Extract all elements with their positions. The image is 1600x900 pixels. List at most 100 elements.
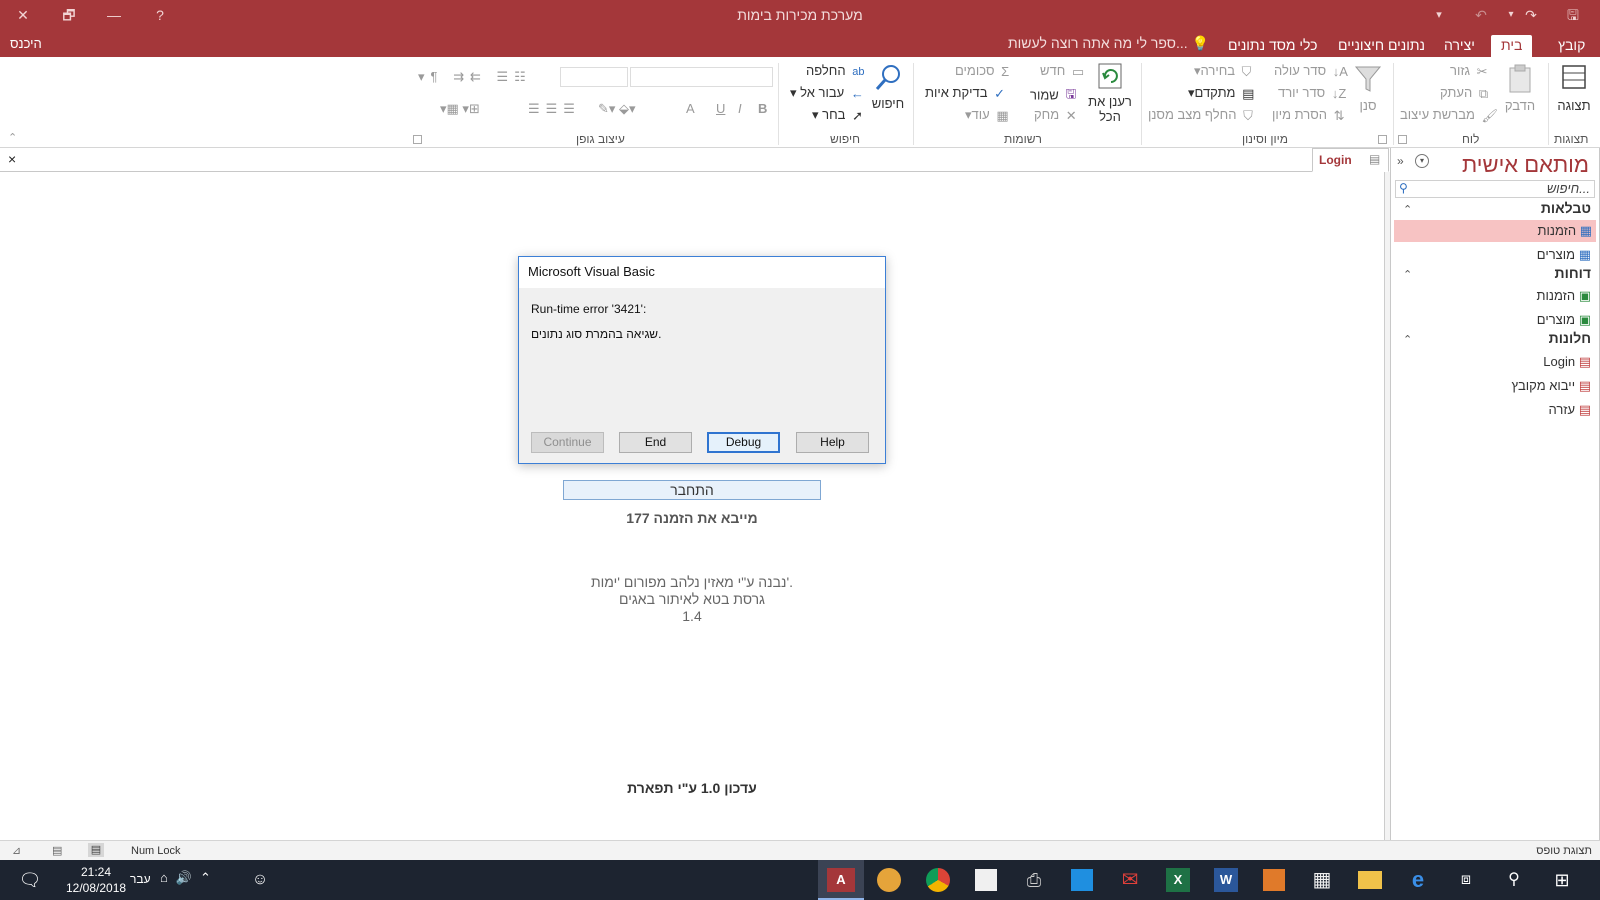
- tab-external-data[interactable]: נתונים חיצוניים: [1328, 35, 1435, 57]
- nav-pane-title[interactable]: מותאם אישית: [1462, 152, 1589, 178]
- taskbar-chrome[interactable]: [922, 864, 954, 896]
- collapse-reports-icon[interactable]: ⌃: [1403, 268, 1412, 281]
- text-launcher-icon[interactable]: [413, 135, 422, 144]
- taskbar-excel[interactable]: X: [1162, 864, 1194, 896]
- nav-item-form-login[interactable]: Login ▤: [1543, 351, 1593, 373]
- spelling-button[interactable]: בדיקת איות ✓: [925, 85, 1005, 102]
- collapse-ribbon-icon[interactable]: ⌃: [8, 131, 17, 144]
- nav-group-forms[interactable]: חלונות: [1549, 330, 1591, 346]
- nav-item-report-orders[interactable]: הזמנות ▣: [1537, 285, 1593, 307]
- nav-item-form-import[interactable]: ייבוא מקובץ ▤: [1511, 375, 1593, 397]
- document-tab-login[interactable]: Login ▤: [1312, 148, 1389, 172]
- sort-filter-launcher-icon[interactable]: [1378, 135, 1387, 144]
- taskbar-word[interactable]: W: [1210, 864, 1242, 896]
- nav-item-table-products[interactable]: מוצרים ▦: [1537, 244, 1593, 266]
- design-view-icon[interactable]: ⊿: [12, 844, 21, 857]
- underline-button[interactable]: U: [716, 101, 725, 116]
- italic-button[interactable]: I: [738, 101, 742, 116]
- select-button[interactable]: ▾ בחר ➚: [812, 107, 863, 124]
- new-record-button[interactable]: חדש ▭: [1040, 63, 1084, 80]
- find-button[interactable]: חיפוש: [868, 63, 908, 111]
- taskbar-explorer[interactable]: [1354, 864, 1386, 896]
- notification-icon[interactable]: 🗨: [14, 864, 46, 896]
- more-button[interactable]: ▾עוד ▦: [965, 107, 1009, 124]
- format-painter-button[interactable]: מברשת עיצוב 🖌: [1400, 107, 1498, 124]
- toggle-filter-button[interactable]: החלף מצב מסנן ⛉: [1148, 107, 1253, 124]
- taskbar-mail[interactable]: ✉: [1114, 864, 1146, 896]
- remove-sort-button[interactable]: הסרת מיון ⇅: [1272, 107, 1345, 124]
- clock[interactable]: 21:24 12/08/2018: [66, 864, 126, 896]
- sign-in-link[interactable]: היכנס: [10, 36, 42, 51]
- nav-item-form-help[interactable]: עזרה ▤: [1549, 399, 1594, 421]
- selection-button[interactable]: ▾בחירה ⛉: [1194, 63, 1251, 80]
- advanced-label: מתקדם: [1194, 85, 1236, 100]
- undo-icon[interactable]: ↶: [1470, 5, 1492, 25]
- font-name-combo[interactable]: [630, 67, 773, 87]
- tab-home[interactable]: בית: [1491, 35, 1533, 57]
- layout-view-icon[interactable]: ▤: [52, 844, 62, 857]
- connect-button[interactable]: התחבר: [563, 480, 821, 500]
- search-icon[interactable]: ⚲: [1498, 864, 1530, 896]
- document-tab-label: Login: [1319, 153, 1352, 167]
- taskbar-store[interactable]: [1066, 864, 1098, 896]
- continue-button[interactable]: Continue: [531, 432, 604, 453]
- copy-button[interactable]: העתק ⧉: [1440, 85, 1488, 102]
- undo-dropdown-icon[interactable]: ▾: [1500, 5, 1522, 25]
- help-button[interactable]: Help: [796, 432, 869, 453]
- advanced-button[interactable]: ▾מתקדם ▤: [1188, 85, 1254, 102]
- goto-button[interactable]: ▾ עבור אל ←: [790, 85, 864, 101]
- cut-button[interactable]: גזור ✂: [1450, 63, 1488, 80]
- nav-menu-icon[interactable]: ▾: [1415, 154, 1429, 168]
- nav-item-table-orders[interactable]: הזמנות ▦: [1394, 220, 1596, 242]
- collapse-forms-icon[interactable]: ⌃: [1403, 333, 1412, 346]
- tray-icons[interactable]: ⌂🔊⌃: [160, 870, 219, 886]
- taskbar-chrome-canary[interactable]: [873, 864, 905, 896]
- nav-group-reports[interactable]: דוחות: [1555, 265, 1591, 281]
- view-button[interactable]: תצוגה: [1554, 63, 1594, 113]
- end-button[interactable]: End: [619, 432, 692, 453]
- refresh-all-button[interactable]: רענן את הכל: [1083, 61, 1137, 124]
- tab-create[interactable]: יצירה: [1434, 35, 1485, 57]
- people-icon[interactable]: ☺: [244, 864, 276, 896]
- replace-button[interactable]: החלפה ab: [806, 63, 864, 78]
- collapse-tables-icon[interactable]: ⌃: [1403, 203, 1412, 216]
- shutter-bar-icon[interactable]: »: [1397, 154, 1404, 168]
- save-icon[interactable]: 🖫: [1562, 5, 1584, 25]
- tab-file[interactable]: קובץ: [1548, 35, 1595, 57]
- tell-me-box[interactable]: ספר לי מה אתה רוצה לעשות... 💡: [1008, 35, 1209, 52]
- gridlines-icon[interactable]: ▾▦ ▾⊞: [440, 101, 480, 117]
- paragraph-tools-icon[interactable]: ▾¶ ⇉⇇ ☰☷: [418, 69, 532, 85]
- redo-icon[interactable]: ↷: [1520, 5, 1542, 25]
- nav-item-report-products[interactable]: מוצרים ▣: [1537, 309, 1593, 331]
- nav-search-input[interactable]: חיפוש...: [1395, 180, 1595, 198]
- bold-button[interactable]: B: [758, 101, 767, 116]
- clipboard-launcher-icon[interactable]: [1398, 135, 1407, 144]
- nav-group-tables[interactable]: טבלאות: [1541, 200, 1591, 216]
- form-view-icon[interactable]: ▤: [88, 843, 104, 857]
- taskbar-media[interactable]: [1258, 864, 1290, 896]
- taskbar-calculator[interactable]: ▦: [1306, 864, 1338, 896]
- close-document-icon[interactable]: ×: [8, 151, 16, 167]
- task-view-icon[interactable]: ⧈: [1450, 864, 1482, 896]
- taskbar-printer[interactable]: ⎙: [1018, 864, 1050, 896]
- taskbar-sticky-notes[interactable]: [970, 864, 1002, 896]
- customize-qat-icon[interactable]: ▾: [1428, 5, 1450, 25]
- font-color-button[interactable]: A: [686, 101, 695, 116]
- align-icons[interactable]: ☰☰☰: [528, 101, 581, 117]
- delete-record-button[interactable]: מחק ✕: [1034, 107, 1077, 124]
- debug-button[interactable]: Debug: [707, 432, 780, 453]
- sort-ascending-button[interactable]: סדר עולה ↓A: [1274, 63, 1348, 79]
- pane-splitter[interactable]: [1384, 172, 1390, 840]
- taskbar-edge[interactable]: e: [1402, 864, 1434, 896]
- paste-button[interactable]: הדבק: [1500, 63, 1540, 113]
- highlight-icon[interactable]: ✎▾ ⬙▾: [598, 101, 636, 117]
- language-indicator[interactable]: עבר: [130, 872, 151, 886]
- start-icon[interactable]: ⊞: [1546, 864, 1578, 896]
- font-size-combo[interactable]: [560, 67, 628, 87]
- filter-button[interactable]: סנן: [1348, 63, 1388, 113]
- taskbar-access[interactable]: A: [818, 860, 864, 900]
- tab-database-tools[interactable]: כלי מסד נתונים: [1218, 35, 1328, 57]
- sort-descending-button[interactable]: סדר יורד ↓Z: [1278, 85, 1346, 101]
- totals-button[interactable]: סכומים Σ: [955, 63, 1009, 79]
- save-record-button[interactable]: שמור 🖫: [1030, 85, 1076, 107]
